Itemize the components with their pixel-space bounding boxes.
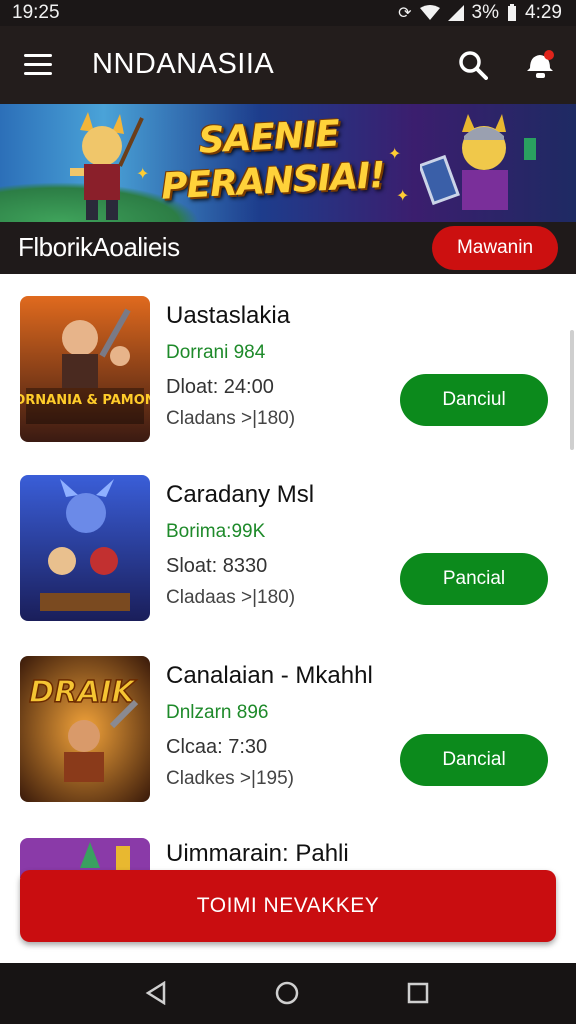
notification-icon[interactable] xyxy=(524,46,558,82)
game-name: Caradany Msl xyxy=(166,481,315,508)
game-name: Uimmarain: Pahli xyxy=(166,840,349,867)
status-bar: 19:25 ⟳ 3% 4:29 xyxy=(0,0,576,26)
section-title: FlborikAoalieis xyxy=(18,232,180,262)
game-class: Cladaas >|180) xyxy=(166,587,296,608)
hamburger-icon[interactable] xyxy=(24,54,52,76)
sync-icon: ⟳ xyxy=(398,5,412,22)
search-icon[interactable] xyxy=(458,50,488,80)
game-stat: Dnlzarn 896 xyxy=(166,702,269,723)
promo-banner[interactable]: SAENIE PERANSIAI! ✦ ✦ ✦ xyxy=(0,104,576,222)
battery-percent: 3% xyxy=(471,2,500,23)
home-circle-icon[interactable] xyxy=(275,981,299,1005)
section-header: FlborikAoalieis Mawanin xyxy=(0,222,576,274)
back-triangle-icon[interactable] xyxy=(144,981,168,1005)
status-icons: ⟳ 3% 4:29 xyxy=(398,2,562,24)
status-clock: 4:29 xyxy=(525,2,562,23)
game-stat: Borima:99K xyxy=(166,521,266,542)
game-name: Uastaslakia xyxy=(166,302,291,329)
banner-headline: SAENIE PERANSIAI! xyxy=(158,110,386,209)
cta-button[interactable]: TOIMI NEVAKKEY xyxy=(20,870,556,942)
game-thumbnail xyxy=(20,475,150,621)
thumbnail-text: BORNANIA & PAMONA xyxy=(20,393,150,408)
game-action-button[interactable]: Dancial xyxy=(400,734,548,786)
manage-button[interactable]: Mawanin xyxy=(432,226,558,270)
banner-hero-right-image xyxy=(420,114,536,210)
battery-icon xyxy=(508,4,517,21)
system-nav-bar xyxy=(0,963,576,1024)
game-stat: Dorrani 984 xyxy=(166,342,266,363)
sparkle-icon: ✦ xyxy=(136,166,150,183)
recents-square-icon[interactable] xyxy=(406,981,430,1005)
thumbnail-text: DRAIK xyxy=(29,675,137,710)
game-action-button[interactable]: Danciul xyxy=(400,374,548,426)
game-list-item[interactable]: BORNANIA & PAMONA Uastaslakia Dorrani 98… xyxy=(0,296,576,466)
game-class: Cladans >|180) xyxy=(166,408,296,429)
status-time: 19:25 xyxy=(12,2,60,23)
sparkle-icon: ✦ xyxy=(388,146,402,163)
game-class: Cladkes >|195) xyxy=(166,768,294,789)
game-action-button[interactable]: Pancial xyxy=(400,553,548,605)
game-list-item[interactable]: Caradany Msl Borima:99K Sloat: 8330 Clad… xyxy=(0,475,576,645)
game-thumbnail: BORNANIA & PAMONA xyxy=(20,296,150,442)
game-time: Clcaa: 7:30 xyxy=(166,736,268,758)
game-name: Canalaian - Mkahhl xyxy=(166,662,373,689)
scrollbar[interactable] xyxy=(570,330,574,450)
game-time: Dloat: 24:00 xyxy=(166,376,274,398)
wifi-icon xyxy=(419,5,440,20)
sparkle-icon: ✦ xyxy=(396,188,410,205)
game-time: Sloat: 8330 xyxy=(166,555,268,577)
game-thumbnail: DRAIK xyxy=(20,656,150,802)
signal-icon xyxy=(447,5,464,21)
app-title: NNDANASIIA xyxy=(92,48,275,80)
app-bar: NNDANASIIA xyxy=(0,26,576,104)
game-list-item[interactable]: DRAIK Canalaian - Mkahhl Dnlzarn 896 Clc… xyxy=(0,656,576,826)
